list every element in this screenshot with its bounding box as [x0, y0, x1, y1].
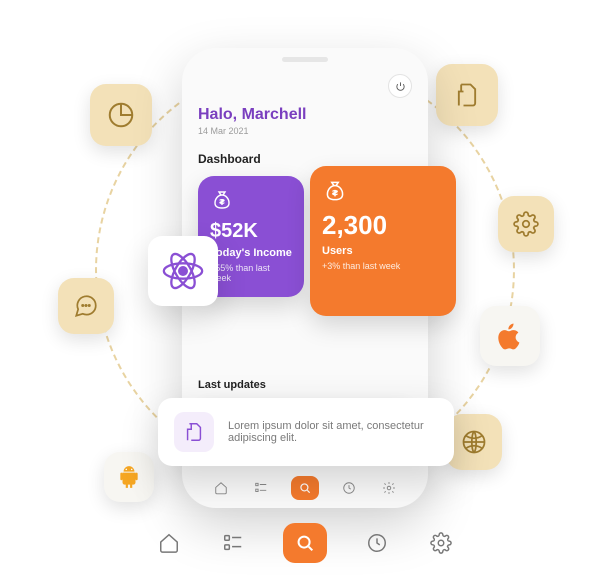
- phone-notch: [245, 48, 365, 68]
- nav-settings-button[interactable]: [379, 478, 399, 498]
- nav-search-button[interactable]: [283, 523, 327, 563]
- date-text: 14 Mar 2021: [198, 126, 412, 136]
- nav-activity-button[interactable]: [363, 529, 391, 557]
- pie-chart-icon: [90, 84, 152, 146]
- gear-icon: [498, 196, 554, 252]
- income-delta: +55% than last week: [210, 263, 292, 283]
- greeting-text: Halo, Marchell: [198, 106, 412, 124]
- users-label: Users: [322, 245, 444, 257]
- update-text: Lorem ipsum dolor sit amet, consectetur …: [228, 420, 438, 444]
- update-item-large[interactable]: Lorem ipsum dolor sit amet, consectetur …: [158, 398, 454, 466]
- nav-menu-button[interactable]: [219, 529, 247, 557]
- chat-icon: [58, 278, 114, 334]
- money-bag-icon: [210, 188, 236, 214]
- nav-menu-button[interactable]: [251, 478, 271, 498]
- android-icon: [104, 452, 154, 502]
- money-bag-icon: [322, 178, 348, 204]
- phone-bottom-nav: [182, 476, 428, 500]
- outer-bottom-nav: [155, 523, 455, 563]
- nav-activity-button[interactable]: [339, 478, 359, 498]
- apple-icon: [480, 306, 540, 366]
- react-icon: [148, 236, 218, 306]
- power-button[interactable]: [388, 74, 412, 98]
- dashboard-label: Dashboard: [198, 152, 412, 166]
- income-label: Today's Income: [210, 247, 292, 259]
- globe-icon: [446, 414, 502, 470]
- users-value: 2,300: [322, 210, 444, 241]
- nav-home-button[interactable]: [155, 529, 183, 557]
- nav-settings-button[interactable]: [427, 529, 455, 557]
- nav-search-button[interactable]: [291, 476, 319, 500]
- users-delta: +3% than last week: [322, 261, 444, 271]
- users-card[interactable]: 2,300 Users +3% than last week: [310, 166, 456, 316]
- last-updates-title: Last updates: [198, 379, 412, 391]
- income-value: $52K: [210, 220, 292, 243]
- document-icon: [174, 412, 214, 452]
- document-icon: [436, 64, 498, 126]
- nav-home-button[interactable]: [211, 478, 231, 498]
